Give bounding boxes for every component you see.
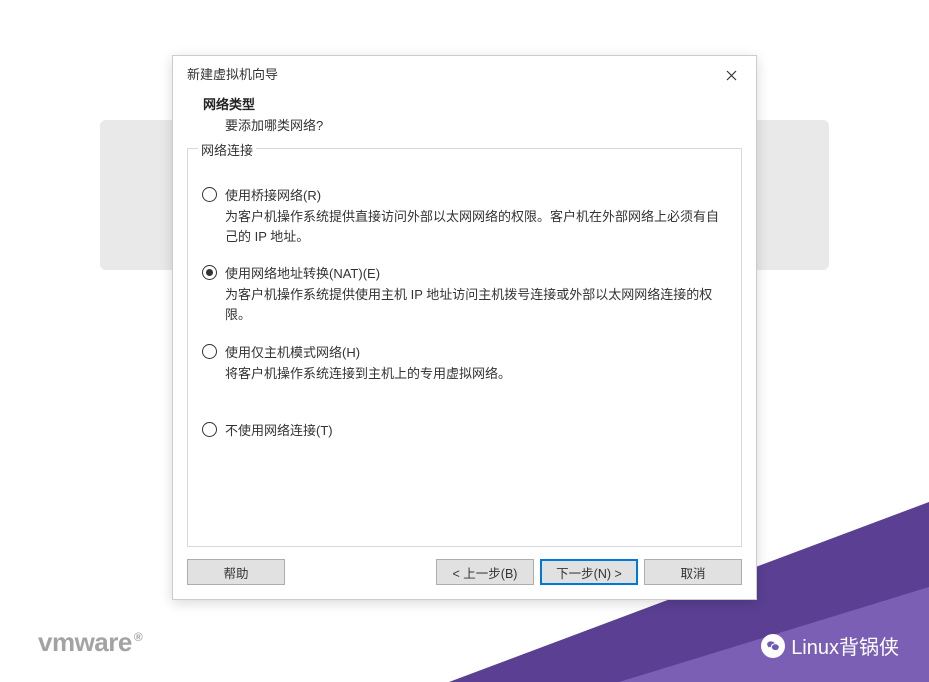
radio-nat-desc: 为客户机操作系统提供使用主机 IP 地址访问主机拨号连接或外部以太网网络连接的权… (225, 285, 727, 325)
vmware-logo: vmware® (38, 627, 142, 658)
header-title: 网络类型 (203, 94, 736, 113)
radio-nat[interactable] (202, 265, 217, 280)
radio-bridged[interactable] (202, 187, 217, 202)
option-nat: 使用网络地址转换(NAT)(E) 为客户机操作系统提供使用主机 IP 地址访问主… (202, 263, 727, 325)
dialog-button-row: 帮助 < 上一步(B) 下一步(N) > 取消 (173, 547, 756, 599)
button-row-right: < 上一步(B) 下一步(N) > 取消 (436, 559, 742, 585)
cancel-button[interactable]: 取消 (644, 559, 742, 585)
radio-none-label[interactable]: 不使用网络连接(T) (225, 420, 333, 439)
dialog-titlebar: 新建虚拟机向导 (173, 56, 756, 88)
radio-host-only[interactable] (202, 344, 217, 359)
network-connection-fieldset: 网络连接 使用桥接网络(R) 为客户机操作系统提供直接访问外部以太网网络的权限。… (187, 148, 742, 547)
watermark-text: Linux背锅侠 (791, 631, 899, 660)
option-none: 不使用网络连接(T) (202, 420, 727, 439)
radio-host-only-label[interactable]: 使用仅主机模式网络(H) (225, 342, 360, 361)
radio-bridged-label[interactable]: 使用桥接网络(R) (225, 185, 321, 204)
next-button[interactable]: 下一步(N) > (540, 559, 638, 585)
help-button[interactable]: 帮助 (187, 559, 285, 585)
dialog-title: 新建虚拟机向导 (187, 64, 278, 83)
close-button[interactable] (716, 64, 746, 86)
close-icon (726, 70, 737, 81)
fieldset-legend: 网络连接 (198, 140, 256, 159)
radio-none[interactable] (202, 422, 217, 437)
wizard-dialog: 新建虚拟机向导 网络类型 要添加哪类网络? 网络连接 使用桥接网络(R) 为客户… (172, 55, 757, 600)
watermark: Linux背锅侠 (761, 631, 899, 660)
wechat-icon (761, 634, 785, 658)
option-bridged: 使用桥接网络(R) 为客户机操作系统提供直接访问外部以太网网络的权限。客户机在外… (202, 185, 727, 247)
header-subtitle: 要添加哪类网络? (225, 115, 736, 134)
radio-nat-label[interactable]: 使用网络地址转换(NAT)(E) (225, 263, 380, 282)
back-button[interactable]: < 上一步(B) (436, 559, 534, 585)
option-host-only: 使用仅主机模式网络(H) 将客户机操作系统连接到主机上的专用虚拟网络。 (202, 342, 727, 384)
radio-host-only-desc: 将客户机操作系统连接到主机上的专用虚拟网络。 (225, 364, 727, 384)
radio-bridged-desc: 为客户机操作系统提供直接访问外部以太网网络的权限。客户机在外部网络上必须有自己的… (225, 207, 727, 247)
dialog-header: 网络类型 要添加哪类网络? (173, 88, 756, 148)
